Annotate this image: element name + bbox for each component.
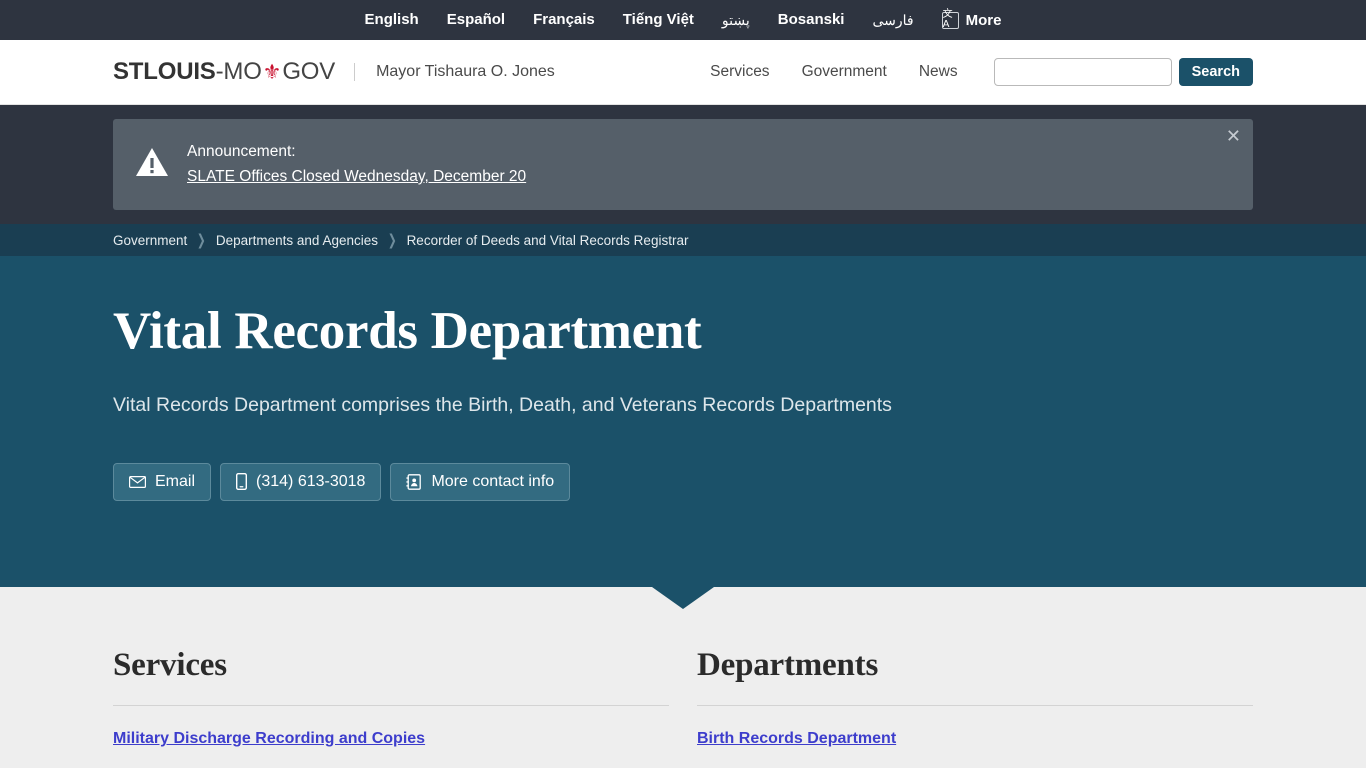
divider — [697, 705, 1253, 706]
search-button[interactable]: Search — [1178, 58, 1253, 86]
department-link-birth-records[interactable]: Birth Records Department — [697, 730, 896, 747]
more-contact-info-label: More contact info — [431, 472, 555, 490]
announcement-text: Announcement: SLATE Offices Closed Wedne… — [187, 138, 526, 190]
services-column: Services Military Discharge Recording an… — [113, 647, 669, 763]
language-more-button[interactable]: 文A More — [928, 10, 1016, 30]
nav-item-news[interactable]: News — [903, 63, 974, 81]
list-item: Military Discharge Recording and Copies — [113, 730, 669, 748]
chevron-right-icon: ❯ — [387, 231, 397, 249]
breadcrumb-item-government[interactable]: Government — [113, 233, 187, 248]
announcement-label: Announcement: — [187, 143, 296, 160]
site-logo[interactable]: STLOUIS-MO⚜GOV — [113, 58, 335, 86]
logo-part-stlouis: STLOUIS — [113, 58, 216, 85]
breadcrumb-item-departments-and-agencies[interactable]: Departments and Agencies — [216, 233, 378, 248]
departments-heading: Departments — [697, 647, 879, 683]
breadcrumb: Government ❯ Departments and Agencies ❯ … — [0, 224, 1366, 256]
nav-item-services[interactable]: Services — [694, 63, 785, 81]
close-icon[interactable]: ✕ — [1226, 128, 1241, 146]
language-more-label: More — [965, 11, 1002, 29]
departments-list: Birth Records Department — [697, 730, 1253, 748]
translate-icon: 文A — [941, 10, 959, 30]
announcement-link[interactable]: SLATE Offices Closed Wednesday, December… — [187, 164, 526, 190]
search-input[interactable] — [993, 58, 1172, 86]
language-item-tieng-viet[interactable]: Tiếng Việt — [609, 0, 708, 40]
departments-column: Departments Birth Records Department — [697, 647, 1253, 763]
language-item-bosanski[interactable]: Bosanski — [764, 0, 859, 40]
content-columns: Services Military Discharge Recording an… — [0, 587, 1366, 763]
service-link-military-discharge[interactable]: Military Discharge Recording and Copies — [113, 730, 425, 747]
email-button-label: Email — [155, 472, 196, 490]
email-button[interactable]: Email — [113, 462, 212, 501]
mayor-name: Mayor Tishaura O. Jones — [354, 63, 555, 81]
breadcrumb-item-recorder-of-deeds[interactable]: Recorder of Deeds and Vital Records Regi… — [407, 233, 689, 248]
services-heading: Services — [113, 647, 227, 683]
nav-item-government[interactable]: Government — [786, 63, 903, 81]
fleur-de-lis-icon: ⚜ — [262, 60, 282, 84]
mobile-phone-icon — [236, 473, 248, 491]
logo-part-mo: -MO — [215, 58, 262, 85]
warning-triangle-icon — [135, 147, 169, 182]
language-item-pashto[interactable]: پښتو — [708, 0, 764, 40]
list-item: Birth Records Department — [697, 730, 1253, 748]
address-book-icon — [406, 474, 422, 490]
site-header: STLOUIS-MO⚜GOV Mayor Tishaura O. Jones S… — [0, 40, 1366, 105]
contact-buttons: Email (314) 613-3018 More contact info — [113, 462, 1253, 501]
announcement-box: Announcement: SLATE Offices Closed Wedne… — [113, 119, 1253, 210]
chevron-right-icon: ❯ — [197, 231, 206, 249]
more-contact-info-button[interactable]: More contact info — [390, 462, 571, 501]
primary-navigation: Services Government News Search — [694, 58, 1253, 86]
page-subtitle: Vital Records Department comprises the B… — [113, 393, 892, 416]
language-item-espanol[interactable]: Español — [433, 0, 519, 40]
language-bar: English Español Français Tiếng Việt پښتو… — [0, 0, 1366, 40]
logo-part-gov: GOV — [282, 58, 336, 85]
hero-section: Vital Records Department Vital Records D… — [0, 256, 1366, 609]
page-title: Vital Records Department — [113, 302, 702, 360]
envelope-icon — [129, 475, 146, 488]
hero-notch-arrow — [652, 587, 714, 609]
announcement-bar: Announcement: SLATE Offices Closed Wedne… — [0, 105, 1366, 224]
phone-button-label: (314) 613-3018 — [256, 472, 366, 490]
search-form: Search — [993, 58, 1253, 86]
phone-button[interactable]: (314) 613-3018 — [220, 462, 382, 501]
divider — [113, 705, 669, 706]
language-item-farsi[interactable]: فارسی — [858, 0, 927, 40]
language-item-francais[interactable]: Français — [519, 0, 609, 40]
language-item-english[interactable]: English — [351, 0, 433, 40]
services-list: Military Discharge Recording and Copies — [113, 730, 669, 748]
